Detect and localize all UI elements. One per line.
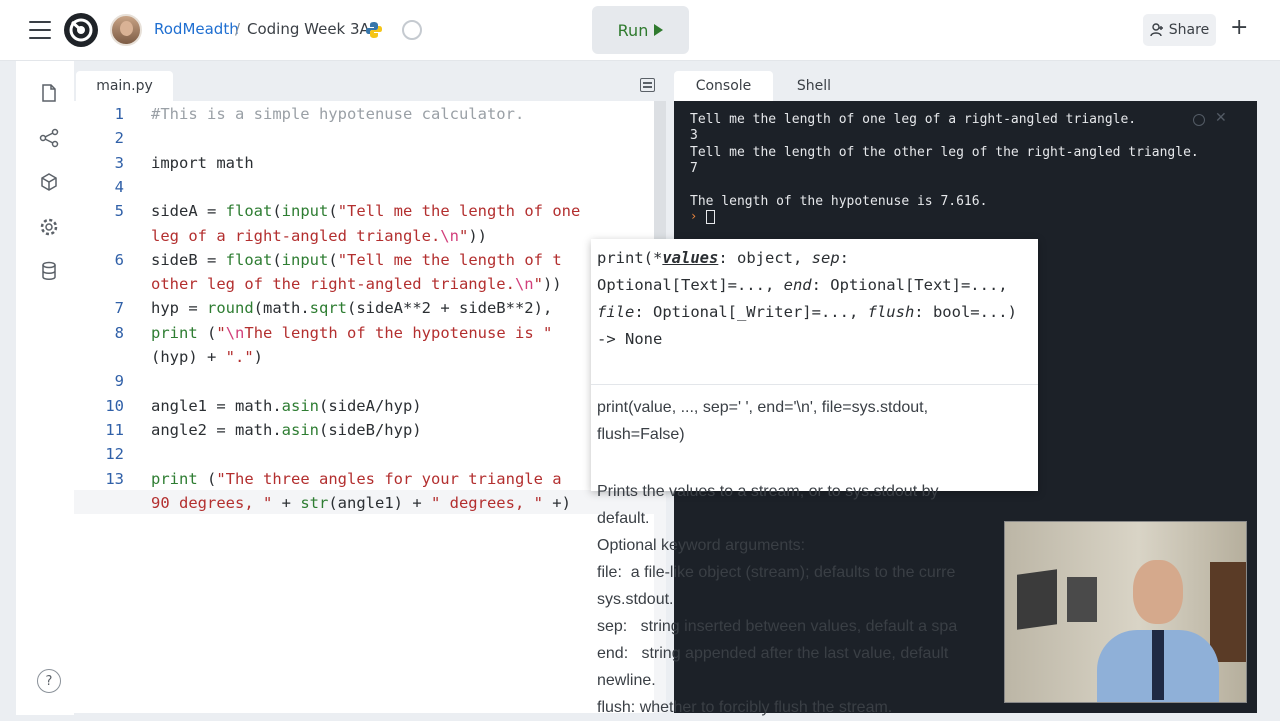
file-tab-main[interactable]: main.py xyxy=(76,71,173,101)
files-icon[interactable] xyxy=(39,83,59,103)
settings-gear-icon[interactable] xyxy=(39,217,59,237)
packages-icon[interactable] xyxy=(39,172,59,192)
line-number: 1 xyxy=(114,105,124,123)
docstring-line: Optional keyword arguments: xyxy=(597,537,806,554)
code-text[interactable]: (hyp) + ".") xyxy=(151,345,263,369)
share-button[interactable]: Share xyxy=(1143,14,1216,46)
line-number: 3 xyxy=(114,153,124,172)
line-number: 12 xyxy=(105,445,124,464)
help-button[interactable]: ? xyxy=(37,669,61,693)
line-number: 9 xyxy=(114,372,124,391)
new-tab-button[interactable]: + xyxy=(1230,17,1248,39)
database-icon[interactable] xyxy=(39,261,59,281)
prompt-icon: › xyxy=(690,209,698,223)
console-cursor xyxy=(706,210,715,224)
user-avatar[interactable] xyxy=(110,14,142,46)
breadcrumb-separator: / xyxy=(235,20,241,38)
docstring-line: flush: whether to forcibly flush the str… xyxy=(597,699,893,716)
code-text[interactable]: angle2 = math.asin(sideB/hyp) xyxy=(151,418,422,442)
version-control-icon[interactable] xyxy=(39,128,59,148)
line-number: 6 xyxy=(114,250,124,269)
line-number: 5 xyxy=(114,202,124,221)
presenter-tie xyxy=(1152,630,1164,700)
share-label: Share xyxy=(1168,22,1210,38)
wall-picture xyxy=(1067,577,1097,622)
run-label: Run xyxy=(617,20,649,40)
tooltip-doc-signature: print(value, ..., sep=' ', end='\n', fil… xyxy=(597,399,929,443)
console-line: Tell me the length of one leg of a right… xyxy=(690,112,1137,127)
run-button[interactable]: Run xyxy=(592,6,689,54)
docstring-line: sys.stdout. xyxy=(597,591,674,608)
play-icon xyxy=(654,24,664,36)
tab-shell[interactable]: Shell xyxy=(778,71,850,101)
line-number: 8 xyxy=(114,323,124,342)
breadcrumb-project[interactable]: Coding Week 3A xyxy=(247,20,370,38)
wall-picture xyxy=(1017,569,1057,630)
code-editor[interactable]: 1 #This is a simple hypotenuse calculator… xyxy=(74,101,654,713)
code-text[interactable]: import math xyxy=(151,151,254,175)
tooltip-signature: print(*values: object, sep: Optional[Tex… xyxy=(597,249,1017,348)
signature-tooltip: print(*values: object, sep: Optional[Tex… xyxy=(591,239,1038,491)
webcam-overlay xyxy=(1004,521,1247,703)
console-line: 7 xyxy=(690,160,698,176)
line-number: 11 xyxy=(105,420,124,439)
history-icon[interactable] xyxy=(402,20,422,40)
code-text[interactable]: angle1 = math.asin(sideA/hyp) xyxy=(151,394,422,418)
code-text[interactable]: hyp = round(math.sqrt(sideA**2 + sideB**… xyxy=(151,296,552,320)
code-text[interactable]: print ("\nThe length of the hypotenuse i… xyxy=(151,321,552,345)
console-line: 3 xyxy=(690,128,698,144)
console-tab-bar: Console Shell xyxy=(666,61,1264,101)
menu-icon[interactable] xyxy=(29,21,51,39)
replit-logo-icon[interactable] xyxy=(64,13,98,47)
breadcrumb-user[interactable]: RodMeadth xyxy=(154,20,239,38)
docstring-line: sep: string inserted between values, def… xyxy=(597,618,958,635)
line-number: 2 xyxy=(114,129,124,148)
docstring-line: Prints the values to a stream, or to sys… xyxy=(597,483,939,500)
line-number: 4 xyxy=(114,177,124,196)
line-number: 10 xyxy=(105,396,124,415)
left-sidebar: ? xyxy=(16,61,74,715)
search-icon[interactable] xyxy=(1193,114,1205,126)
docstring-line: end: string appended after the last valu… xyxy=(597,645,949,662)
code-text[interactable]: leg of a right-angled triangle.\n")) xyxy=(151,224,487,248)
console-line: Tell me the length of the other leg of t… xyxy=(690,144,1199,160)
add-person-icon xyxy=(1150,23,1163,37)
top-bar: RodMeadth / Coding Week 3A Run Share + xyxy=(0,0,1280,61)
tooltip-docstring: Prints the values to a stream, or to sys… xyxy=(597,478,1017,721)
close-icon[interactable]: ✕ xyxy=(1215,110,1227,126)
docstring-line: newline. xyxy=(597,672,656,689)
docstring-line: file: a file-like object (stream); defau… xyxy=(597,564,956,581)
code-text[interactable]: sideB = float(input("Tell me the length … xyxy=(151,248,562,272)
tab-console[interactable]: Console xyxy=(674,71,773,101)
line-number: 13 xyxy=(105,469,124,488)
code-text[interactable]: print ("The three angles for your triang… xyxy=(151,467,562,491)
code-text[interactable]: sideA = float(input("Tell me the length … xyxy=(151,199,580,223)
code-text[interactable]: other leg of the right-angled triangle.\… xyxy=(151,272,562,296)
console-line: The length of the hypotenuse is 7.616. xyxy=(690,193,988,209)
presenter-head xyxy=(1133,560,1183,624)
format-code-icon[interactable] xyxy=(640,78,655,92)
code-text[interactable]: 90 degrees, " + str(angle1) + " degrees,… xyxy=(151,491,571,515)
line-number: 7 xyxy=(114,299,124,318)
docstring-line: default. xyxy=(597,510,650,527)
python-icon xyxy=(366,22,382,38)
editor-tab-bar: main.py xyxy=(74,61,666,101)
tooltip-divider xyxy=(591,384,1038,385)
wall-picture xyxy=(1210,562,1246,662)
code-text[interactable]: #This is a simple hypotenuse calculator. xyxy=(151,102,524,126)
